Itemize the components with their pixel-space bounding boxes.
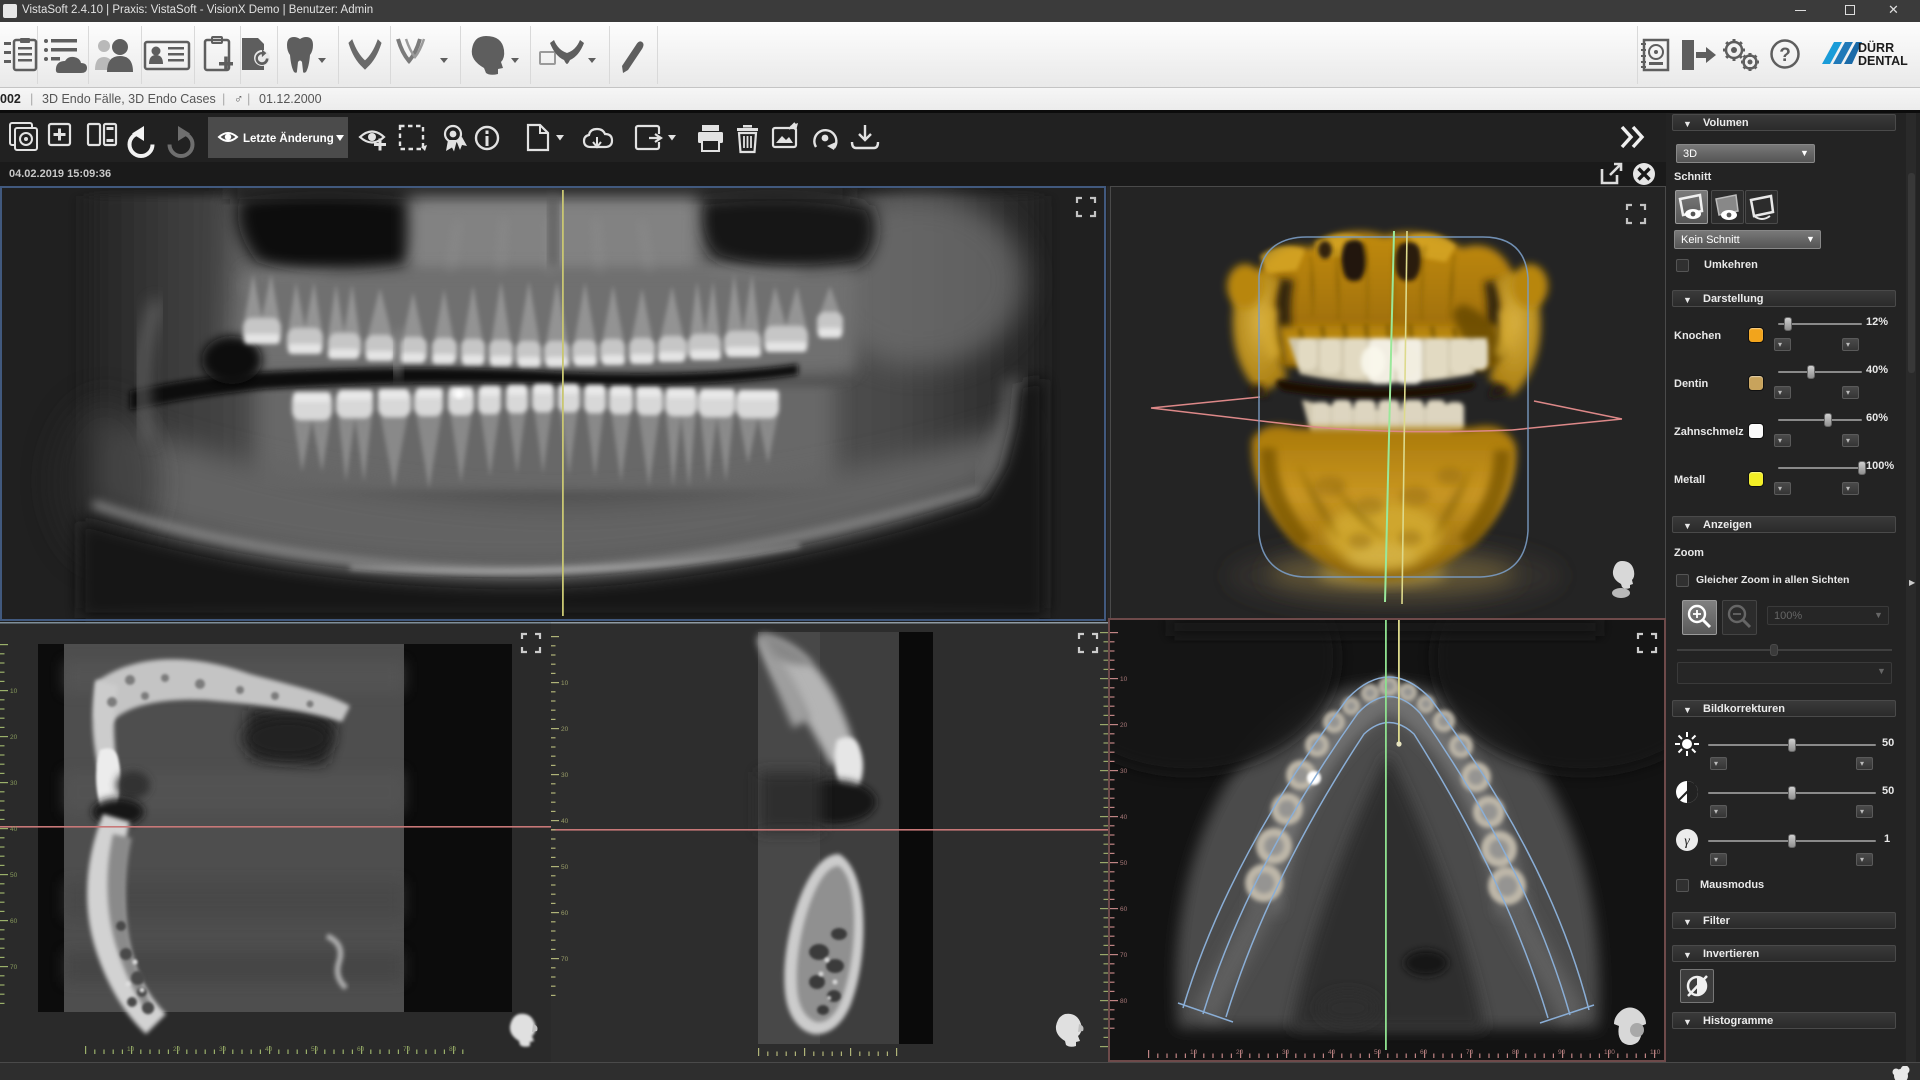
svg-text:?: ? (1779, 45, 1791, 66)
svg-text:γ: γ (1684, 834, 1690, 849)
svg-text:10: 10 (127, 1046, 135, 1053)
svg-text:30: 30 (561, 772, 569, 779)
svg-text:20: 20 (1120, 722, 1128, 729)
svg-text:DENTAL: DENTAL (1858, 54, 1908, 68)
svg-text:30: 30 (1282, 1049, 1290, 1056)
svg-text:60: 60 (10, 918, 18, 925)
svg-text:60: 60 (1420, 1049, 1428, 1056)
svg-text:40: 40 (1120, 814, 1128, 821)
svg-text:60: 60 (1120, 906, 1128, 913)
svg-text:40: 40 (1328, 1049, 1336, 1056)
svg-text:40: 40 (561, 818, 569, 825)
svg-text:70: 70 (1466, 1049, 1474, 1056)
svg-text:70: 70 (10, 964, 18, 971)
svg-text:60: 60 (561, 910, 569, 917)
svg-text:Letzte Änderung: Letzte Änderung (243, 132, 334, 145)
svg-text:80: 80 (1512, 1049, 1520, 1056)
svg-text:80: 80 (1120, 998, 1128, 1005)
svg-text:40: 40 (265, 1046, 273, 1053)
svg-text:20: 20 (561, 726, 569, 733)
svg-text:30: 30 (10, 780, 18, 787)
svg-text:50: 50 (1120, 860, 1128, 867)
svg-text:50: 50 (561, 864, 569, 871)
svg-text:20: 20 (173, 1046, 181, 1053)
svg-text:60: 60 (357, 1046, 365, 1053)
svg-text:DÜRR: DÜRR (1858, 40, 1894, 55)
svg-text:10: 10 (1190, 1049, 1198, 1056)
svg-text:10: 10 (1120, 676, 1128, 683)
svg-text:90: 90 (1558, 1049, 1566, 1056)
svg-text:70: 70 (403, 1046, 411, 1053)
svg-text:10: 10 (561, 680, 569, 687)
svg-text:50: 50 (1374, 1049, 1382, 1056)
svg-text:30: 30 (219, 1046, 227, 1053)
svg-text:20: 20 (1236, 1049, 1244, 1056)
svg-text:20: 20 (10, 734, 18, 741)
svg-text:70: 70 (1120, 952, 1128, 959)
svg-text:40: 40 (10, 826, 18, 833)
svg-text:50: 50 (10, 872, 18, 879)
svg-text:30: 30 (1120, 768, 1128, 775)
svg-text:80: 80 (449, 1046, 457, 1053)
svg-text:50: 50 (311, 1046, 319, 1053)
svg-text:10: 10 (10, 688, 18, 695)
svg-text:70: 70 (561, 956, 569, 963)
svg-text:100: 100 (1604, 1049, 1615, 1056)
svg-text:110: 110 (1650, 1049, 1661, 1056)
